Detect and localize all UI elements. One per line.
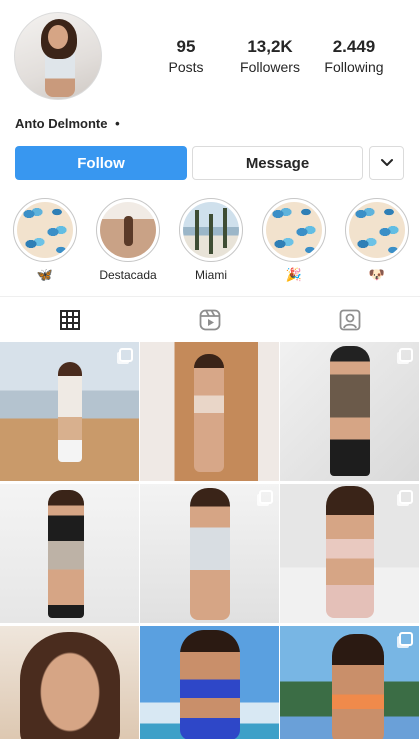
tab-tagged[interactable] bbox=[280, 297, 420, 343]
tab-grid[interactable] bbox=[0, 297, 140, 343]
highlight-label: 🦋 bbox=[36, 267, 54, 282]
stat-value: 13,2K bbox=[247, 37, 293, 56]
profile-stats: 95 Posts 13,2K Followers 2.449 Following bbox=[150, 36, 390, 76]
highlight-label: Destacada bbox=[99, 268, 157, 282]
post-figure bbox=[48, 490, 84, 618]
highlight-item[interactable]: 🦋 bbox=[12, 198, 78, 283]
stat-posts[interactable]: 95 Posts bbox=[150, 36, 222, 76]
carousel-icon bbox=[119, 348, 133, 362]
post-figure bbox=[20, 632, 120, 739]
carousel-icon bbox=[399, 348, 413, 362]
posts-grid bbox=[0, 342, 420, 739]
highlight-cover bbox=[349, 202, 405, 258]
post-figure bbox=[332, 634, 384, 739]
post-thumbnail[interactable] bbox=[0, 626, 139, 739]
post-figure bbox=[58, 362, 82, 462]
post-figure bbox=[330, 346, 370, 476]
highlight-cover bbox=[183, 202, 239, 258]
profile-tabs bbox=[0, 296, 420, 342]
highlight-item[interactable]: 🐶 bbox=[344, 198, 410, 283]
highlight-ring bbox=[13, 198, 77, 262]
post-thumbnail[interactable] bbox=[0, 342, 139, 481]
highlight-item[interactable]: Destacada bbox=[95, 198, 161, 283]
profile-username: Anto Delmonte • bbox=[15, 116, 120, 131]
highlight-ring bbox=[345, 198, 409, 262]
follow-button[interactable]: Follow bbox=[15, 146, 187, 180]
grid-icon bbox=[60, 310, 80, 330]
post-thumbnail[interactable] bbox=[0, 484, 139, 623]
post-figure bbox=[194, 354, 224, 472]
avatar-face bbox=[48, 25, 68, 49]
profile-avatar[interactable] bbox=[14, 12, 102, 100]
highlight-ring bbox=[96, 198, 160, 262]
highlight-label: 🎉 bbox=[285, 267, 303, 282]
stat-followers[interactable]: 13,2K Followers bbox=[234, 36, 306, 76]
carousel-icon bbox=[259, 490, 273, 504]
stat-value: 2.449 bbox=[332, 37, 376, 56]
post-figure bbox=[190, 488, 230, 620]
stat-value: 95 bbox=[176, 37, 196, 56]
post-thumbnail[interactable] bbox=[140, 626, 279, 739]
reels-icon bbox=[199, 309, 221, 331]
carousel-icon bbox=[399, 632, 413, 646]
stat-label: Posts bbox=[168, 59, 204, 75]
message-button[interactable]: Message bbox=[192, 146, 363, 180]
highlight-cover bbox=[266, 202, 322, 258]
tagged-icon bbox=[339, 309, 361, 331]
username-suffix: • bbox=[115, 116, 120, 131]
stat-label: Following bbox=[324, 59, 384, 75]
profile-header: 95 Posts 13,2K Followers 2.449 Following bbox=[0, 0, 420, 110]
highlight-label: Miami bbox=[195, 268, 227, 282]
story-highlights: 🦋 Destacada Miami 🎉 🐶 bbox=[0, 198, 420, 288]
highlight-cover bbox=[100, 202, 156, 258]
username-text: Anto Delmonte bbox=[15, 116, 108, 131]
chevron-down-icon bbox=[380, 159, 393, 166]
post-thumbnail[interactable] bbox=[140, 484, 279, 623]
highlight-item[interactable]: Miami bbox=[178, 198, 244, 283]
highlight-item[interactable]: 🎉 bbox=[261, 198, 327, 283]
stat-following[interactable]: 2.449 Following bbox=[318, 36, 390, 76]
carousel-icon bbox=[399, 490, 413, 504]
highlight-ring bbox=[262, 198, 326, 262]
stat-label: Followers bbox=[240, 59, 300, 75]
post-thumbnail[interactable] bbox=[140, 342, 279, 481]
post-thumbnail[interactable] bbox=[280, 484, 419, 623]
highlight-ring bbox=[179, 198, 243, 262]
post-figure bbox=[326, 486, 374, 618]
highlight-cover bbox=[17, 202, 73, 258]
highlight-label: 🐶 bbox=[368, 267, 386, 282]
post-thumbnail[interactable] bbox=[280, 342, 419, 481]
post-thumbnail[interactable] bbox=[280, 626, 419, 739]
tab-reels[interactable] bbox=[140, 297, 280, 343]
suggested-accounts-button[interactable] bbox=[369, 146, 404, 180]
profile-actions: Follow Message bbox=[15, 146, 404, 180]
post-figure bbox=[180, 630, 240, 739]
